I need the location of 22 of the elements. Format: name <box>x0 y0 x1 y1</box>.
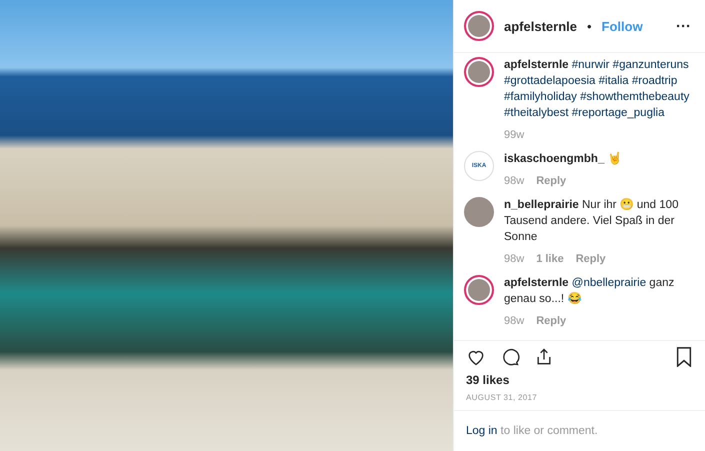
avatar[interactable] <box>464 197 494 227</box>
bookmark-icon[interactable] <box>675 347 693 367</box>
avatar[interactable] <box>464 11 494 41</box>
post-date: AUGUST 31, 2017 <box>466 393 538 402</box>
separator: • <box>586 18 592 34</box>
comment-text: n_belleprairie Nur ihr 😬 und 100 Tausend andere. Viel Spaß in der Sonne <box>504 197 680 245</box>
login-prompt: Log in to like or comment. <box>454 410 705 451</box>
comment-icon[interactable] <box>500 347 520 367</box>
username[interactable]: apfelsternle <box>504 18 577 34</box>
comment-time: 99w <box>504 129 524 141</box>
comment-text: apfelsternle @nbelleprairie ganz genau so...! 😂 <box>504 276 676 307</box>
avatar[interactable] <box>464 57 494 87</box>
avatar[interactable] <box>464 275 494 305</box>
likes-count[interactable]: 39 likes <box>466 373 693 387</box>
login-link[interactable]: Log in <box>466 425 498 437</box>
caption-text: apfelsternle #nurwir #ganzunteruns #grottadelapoesia #italia #roadtrip #familyholiday #showthemthebeauty #theitalybest #reportage_puglia <box>504 58 690 121</box>
comment-time: 98w <box>504 253 524 265</box>
comment-text: iskaschoengmbh_ 🤘 <box>504 151 623 167</box>
mention-link[interactable]: @nbelleprairie <box>572 277 646 289</box>
comment-time: 98w <box>504 175 524 187</box>
more-options-icon[interactable]: ··· <box>676 18 691 34</box>
comment-time: 98w <box>504 315 524 327</box>
